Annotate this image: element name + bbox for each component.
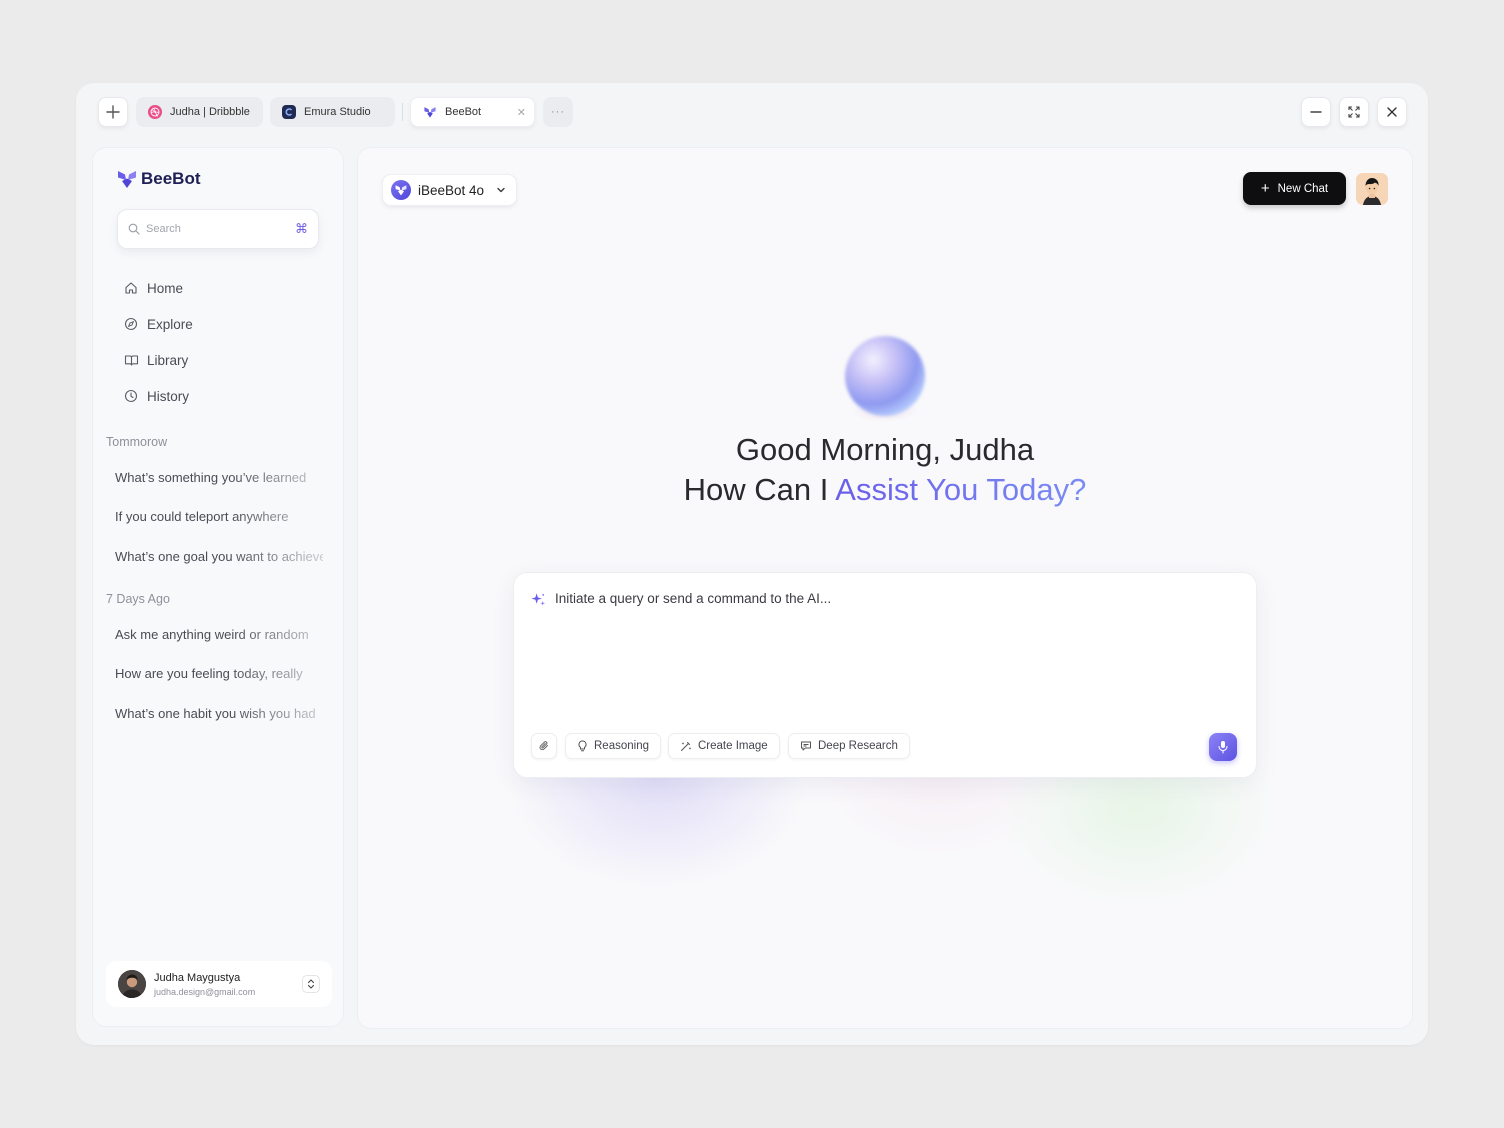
plus-icon [106,105,120,119]
chat-search-icon [801,741,811,751]
model-selector[interactable]: iBeeBot 4o [382,174,518,206]
greeting-subtitle: How Can I Assist You Today? [358,472,1412,508]
new-chat-label: New Chat [1277,182,1329,195]
history-item[interactable]: How are you feeling today, really [115,666,323,681]
clock-icon [123,388,139,404]
history-item[interactable]: What’s one habit you wish you had [115,706,323,721]
deep-research-chip[interactable]: Deep Research [788,733,910,759]
search-icon [128,223,140,235]
history-item[interactable]: If you could teleport anywhere [115,509,323,524]
history-section-label: Tommorow [106,435,168,449]
compass-icon [123,316,139,332]
emura-icon [282,105,296,119]
maximize-button[interactable] [1339,97,1369,127]
sidebar-nav: Home Explore Library History [123,270,193,414]
new-tab-button[interactable] [98,97,128,127]
profile-avatar[interactable] [1356,173,1388,205]
brand-name: BeeBot [141,169,201,188]
greeting-accent: Assist You Today? [835,472,1087,507]
chevron-down-icon [497,187,505,193]
chip-label: Reasoning [594,740,649,752]
paperclip-icon [539,741,548,751]
chevron-up-down-icon [307,979,315,989]
plus-icon: + [1260,180,1270,197]
chip-label: Create Image [698,740,768,752]
tab-label: Judha | Dribbble [170,106,250,118]
sidebar-item-label: Library [147,352,189,368]
model-logo-icon [391,180,411,200]
new-chat-button[interactable]: + New Chat [1243,172,1346,205]
tab-beebot[interactable]: BeeBot ✕ [410,97,535,127]
history-item[interactable]: Ask me anything weird or random [115,627,323,642]
sidebar-item-history[interactable]: History [123,378,193,414]
reasoning-chip[interactable]: Reasoning [565,733,661,759]
home-icon [123,280,139,296]
more-icon: ··· [551,106,565,118]
history-section-label: 7 Days Ago [106,592,170,606]
greeting-plain: How Can I [683,472,836,507]
close-tab-icon[interactable]: ✕ [517,106,526,119]
model-name: iBeeBot 4o [418,182,485,198]
sidebar-item-label: History [147,388,190,404]
search-box[interactable]: ⌘ [117,209,319,249]
magic-wand-icon [681,742,692,751]
lightbulb-icon [578,740,587,752]
close-icon [1387,107,1397,117]
sidebar-item-label: Explore [147,316,193,332]
history-item[interactable]: What’s one goal you want to achieve [115,549,323,564]
beebot-icon [423,105,437,119]
tab-emura-studio[interactable]: Emura Studio [270,97,395,127]
chip-label: Deep Research [818,740,898,752]
greeting-title: Good Morning, Judha [735,432,1035,467]
tab-bar: Judha | Dribbble Emura Studio BeeBot ✕ ·… [76,83,1428,141]
prompt-input[interactable] [555,591,1225,711]
history-item[interactable]: What’s something you’ve learned [115,470,323,485]
browser-window: Judha | Dribbble Emura Studio BeeBot ✕ ·… [76,83,1428,1045]
sidebar-item-library[interactable]: Library [123,342,193,378]
user-info: Judha Maygustya judha.design@gmail.com [154,972,255,997]
book-icon [123,352,139,368]
tab-label: Emura Studio [304,106,371,118]
tab-dribbble[interactable]: Judha | Dribbble [136,97,263,127]
search-input[interactable] [146,223,295,235]
prompt-composer: Reasoning Create Image Deep Research [513,572,1257,778]
user-account[interactable]: Judha Maygustya judha.design@gmail.com [106,961,332,1007]
user-email: judha.design@gmail.com [154,986,256,997]
avatar [118,970,146,998]
more-tabs-button[interactable]: ··· [543,97,573,127]
close-window-button[interactable] [1377,97,1407,127]
sidebar-item-home[interactable]: Home [123,270,193,306]
sidebar: BeeBot ⌘ Home Explore [92,147,344,1027]
brand[interactable]: BeeBot [117,169,201,189]
sparkle-icon [531,593,546,606]
microphone-icon [1218,741,1228,754]
sidebar-item-explore[interactable]: Explore [123,306,193,342]
minimize-icon [1310,111,1322,113]
command-key-icon: ⌘ [295,221,308,236]
chat-main: iBeeBot 4o + New Chat Good Morning, Judh… [357,147,1413,1029]
create-image-chip[interactable]: Create Image [668,733,780,759]
dribbble-icon [148,105,162,119]
user-name: Judha Maygustya [154,971,241,984]
account-switcher-button[interactable] [302,975,320,993]
tab-divider [402,103,403,121]
beebot-logo-icon [118,171,136,188]
attach-button[interactable] [531,733,557,759]
tab-label: BeeBot [445,106,482,118]
minimize-button[interactable] [1301,97,1331,127]
ai-orb [845,336,925,416]
expand-icon [1348,106,1360,118]
sidebar-item-label: Home [147,280,184,296]
voice-input-button[interactable] [1209,733,1237,761]
